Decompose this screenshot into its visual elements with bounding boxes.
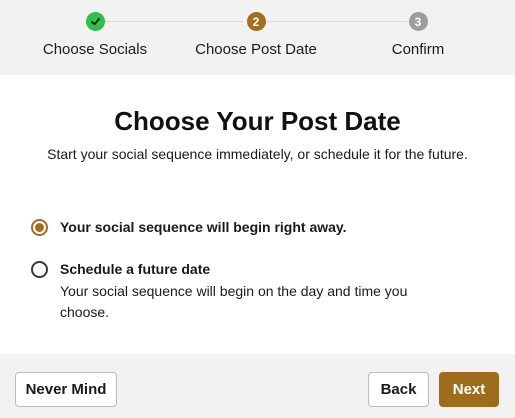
step-label: Confirm bbox=[391, 41, 445, 58]
option-label: Your social sequence will begin right aw… bbox=[60, 219, 347, 235]
next-button[interactable]: Next bbox=[439, 372, 499, 407]
radio-button[interactable] bbox=[31, 219, 48, 236]
never-mind-button[interactable]: Never Mind bbox=[15, 372, 117, 407]
option-description: Your social sequence will begin on the d… bbox=[60, 283, 408, 320]
option-label: Schedule a future date bbox=[60, 261, 211, 277]
page-subtitle: Start your social sequence immediately, … bbox=[47, 146, 468, 162]
step-number: 2 bbox=[246, 12, 266, 31]
page-title: Choose Your Post Date bbox=[114, 106, 401, 136]
radio-button[interactable] bbox=[31, 261, 48, 278]
step-number: 3 bbox=[408, 12, 428, 31]
progress-stepper: Choose Socials 2 Choose Post Date 3 Conf… bbox=[0, 0, 515, 75]
step-choose-post-date: 2 Choose Post Date bbox=[176, 12, 336, 58]
option-schedule-future[interactable]: Schedule a future date Your social seque… bbox=[31, 260, 440, 323]
back-button[interactable]: Back bbox=[368, 372, 429, 407]
option-begin-immediately[interactable]: Your social sequence will begin right aw… bbox=[31, 218, 347, 237]
radio-selected-dot bbox=[35, 223, 44, 232]
step-label: Choose Socials bbox=[42, 41, 148, 58]
dialog-footer: Never Mind Back Next bbox=[0, 354, 515, 418]
step-choose-socials: Choose Socials bbox=[15, 12, 175, 58]
step-confirm: 3 Confirm bbox=[338, 12, 498, 58]
step-label: Choose Post Date bbox=[195, 41, 317, 58]
checkmark-icon bbox=[85, 12, 105, 31]
